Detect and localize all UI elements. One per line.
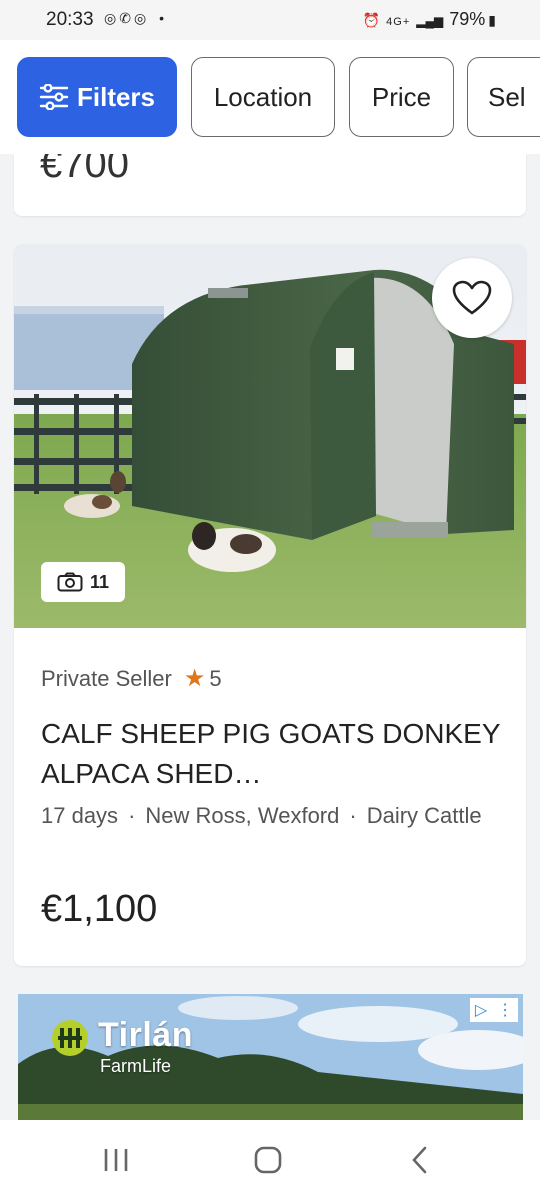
home-icon bbox=[254, 1146, 282, 1174]
alarm-icon: ⏰ bbox=[362, 12, 381, 28]
chrome-icon: ◎ bbox=[133, 10, 150, 26]
sliders-icon bbox=[39, 84, 69, 110]
separator-dot: · bbox=[349, 803, 357, 828]
seller-row: Private Seller ★ 5 bbox=[41, 664, 222, 693]
seller-chip-label: Sel bbox=[488, 81, 526, 112]
brand-logo-icon bbox=[52, 1020, 88, 1056]
status-right: ⏰ 4G+ ▂▄▆ 79% ▮ bbox=[363, 9, 496, 30]
battery-percent: 79% bbox=[449, 9, 486, 29]
system-nav-bar bbox=[0, 1120, 540, 1200]
network-label: 4G+ bbox=[386, 16, 411, 28]
advert-subtitle: FarmLife bbox=[100, 1056, 172, 1076]
home-button[interactable] bbox=[248, 1140, 288, 1180]
star-icon: ★ bbox=[183, 665, 206, 692]
listing-card[interactable]: 11 Private Seller ★ 5 CALF SHEEP PIG GOATS… bbox=[14, 244, 526, 966]
recents-button[interactable] bbox=[96, 1140, 136, 1180]
listing-location: New Ross, Wexford bbox=[145, 803, 340, 828]
listing-price: €1,100 bbox=[41, 888, 158, 930]
listing-age: 17 days bbox=[41, 803, 119, 828]
ad-choices-button[interactable]: ▷ ⋮ bbox=[470, 998, 518, 1022]
signal-icon: ▂▄▆ bbox=[416, 14, 444, 28]
notification-icons: ◎✆◎ • bbox=[104, 10, 167, 27]
seller-type: Private Seller bbox=[41, 666, 172, 691]
listing-title: CALF SHEEP PIG GOATS DONKEY ALPACA SHED… bbox=[41, 718, 501, 789]
seller-rating: 5 bbox=[209, 666, 222, 691]
seller-chip[interactable]: Sel bbox=[467, 57, 540, 137]
recents-icon bbox=[104, 1149, 128, 1171]
filters-label: Filters bbox=[76, 81, 156, 112]
chrome-icon: ◎ bbox=[104, 10, 120, 26]
price-chip[interactable]: Price bbox=[349, 57, 454, 137]
back-button[interactable] bbox=[400, 1140, 440, 1180]
advert-banner[interactable]: Tirlán FarmLife ▷ ⋮ bbox=[18, 994, 523, 1120]
camera-icon bbox=[57, 572, 83, 592]
photo-count-badge: 11 bbox=[41, 562, 125, 602]
previous-listing-price: €700 bbox=[40, 154, 129, 186]
status-bar: 20:33 ◎✆◎ • ⏰ 4G+ ▂▄▆ 79% ▮ bbox=[0, 0, 540, 40]
whatsapp-icon: ✆ bbox=[119, 10, 134, 26]
location-label: Location bbox=[213, 81, 313, 112]
listing-meta: 17 days · New Ross, Wexford · Dairy Cattle bbox=[41, 796, 501, 836]
status-time: 20:33 bbox=[46, 9, 94, 30]
location-chip[interactable]: Location bbox=[191, 57, 335, 137]
listing-category: Dairy Cattle bbox=[366, 803, 482, 828]
advert-image bbox=[18, 994, 523, 1120]
price-label: Price bbox=[371, 81, 432, 112]
previous-listing-card[interactable]: €700 bbox=[14, 154, 526, 216]
dot-icon: • bbox=[159, 10, 168, 26]
filter-bar: Filters Location Price Sel bbox=[0, 40, 540, 154]
play-triangle-icon: ▷ bbox=[474, 1002, 488, 1019]
photo-count: 11 bbox=[89, 571, 110, 592]
filters-button[interactable]: Filters bbox=[17, 57, 177, 137]
battery-icon: ▮ bbox=[488, 12, 496, 28]
favourite-button[interactable] bbox=[432, 258, 512, 338]
more-vert-icon: ⋮ bbox=[497, 1002, 514, 1019]
advert-brand: Tirlán bbox=[98, 1016, 193, 1054]
back-icon bbox=[412, 1146, 427, 1174]
separator-dot: · bbox=[128, 803, 136, 828]
heart-icon bbox=[452, 280, 492, 315]
